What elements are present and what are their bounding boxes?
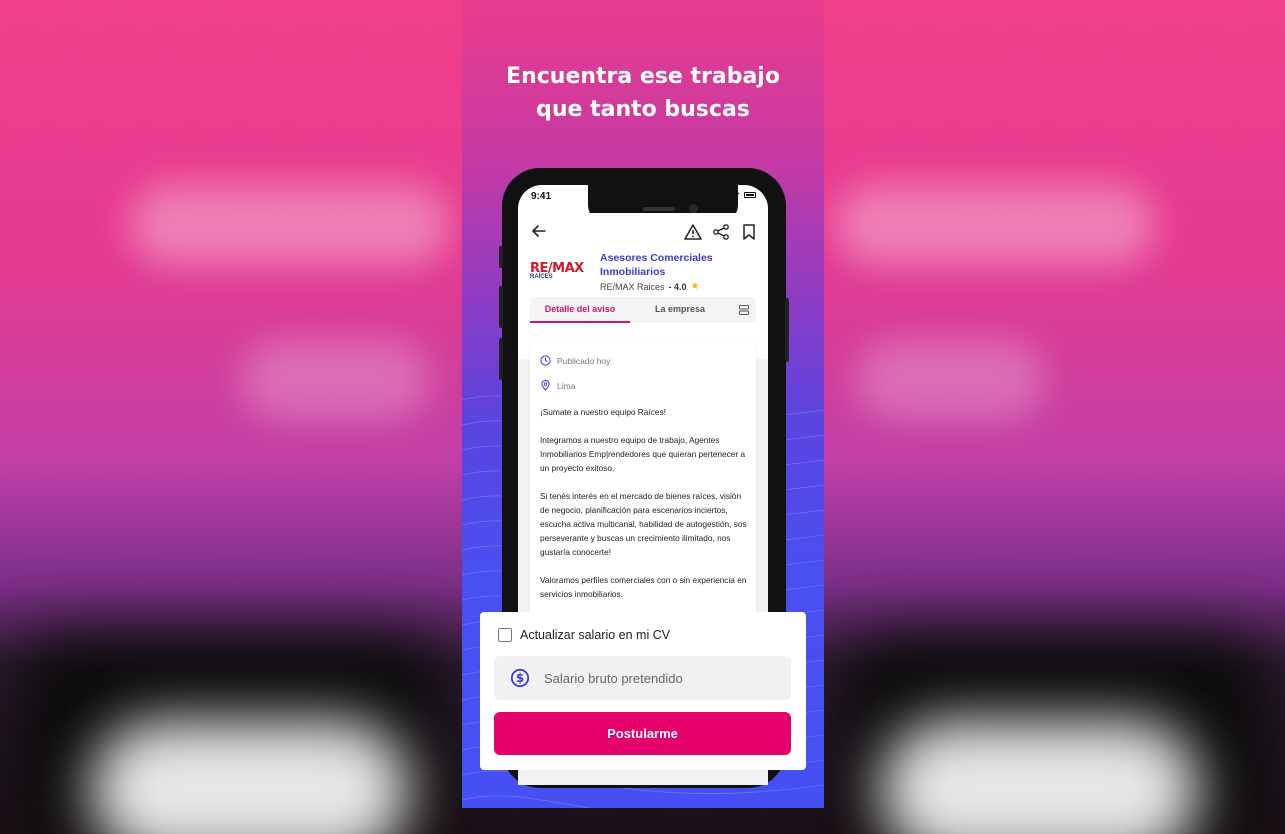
headline-line-1: Encuentra ese trabajo [506,64,780,89]
apply-sheet: Actualizar salario en mi CV $ Postularme [480,612,806,770]
published-row: Publicado hoy [540,355,610,366]
update-salary-row[interactable]: Actualizar salario en mi CV [498,628,670,642]
star-icon: ★ [690,281,700,292]
svg-text:$: $ [516,671,524,685]
status-time: 9:41 [531,191,552,202]
phone-button [499,246,503,268]
background-blur [855,340,1045,420]
headline: Encuentra ese trabajo que tanto buscas [462,60,824,126]
update-salary-checkbox[interactable] [498,628,512,642]
background-blur [835,185,1155,265]
location-text: Lima [557,380,576,391]
company-name[interactable]: RE/MAX Raices [600,282,665,292]
headline-line-2: que tanto buscas [536,97,750,122]
background-blur [880,720,1200,834]
phone-button [499,338,503,380]
job-detail-card: Publicado hoy Lima ¡Sumate a nuestro equ… [530,343,756,643]
phone-button [499,286,503,328]
back-arrow-icon[interactable] [530,222,548,240]
phone-button [785,298,789,362]
tab-bar: Detalle del aviso La empresa [530,297,756,323]
dollar-icon: $ [510,668,530,688]
location-pin-icon [541,380,550,391]
update-salary-label: Actualizar salario en mi CV [520,628,671,642]
list-menu-icon[interactable] [738,304,750,316]
company-logo: RE/MAX RAÍCES [530,261,592,295]
clock-icon [540,355,551,366]
published-text: Publicado hoy [557,355,611,366]
tab-la-empresa[interactable]: La empresa [630,297,730,323]
description-paragraph: Integramos a nuestro equipo de trabajo, … [540,435,746,473]
apply-button[interactable]: Postularme [494,712,791,755]
description-paragraph: Valoramos perfiles comerciales con o sin… [540,575,747,599]
job-title: Asesores Comerciales Inmobiliarios [600,252,713,278]
share-icon[interactable] [712,223,730,241]
battery-icon [744,192,756,198]
job-description: ¡Sumate a nuestro equipo Raíces! Integra… [540,405,750,615]
description-paragraph: ¡Sumate a nuestro equipo Raíces! [540,407,666,417]
tab-detalle-del-aviso[interactable]: Detalle del aviso [530,297,630,323]
background-blur [90,720,410,834]
toolbar [518,213,768,251]
promo-panel: Encuentra ese trabajo que tanto buscas 9… [462,0,824,808]
speaker [643,207,675,211]
report-warning-icon[interactable] [684,223,702,241]
background-blur [240,340,430,420]
background-blur [130,185,450,265]
salary-input[interactable] [544,667,774,689]
company-line: RE/MAX Raices - 4.0 ★ [600,281,700,292]
description-paragraph: Si tenés interés en el mercado de bienes… [540,491,747,557]
company-rating: - 4.0 [668,281,687,292]
bookmark-icon[interactable] [740,223,758,241]
location-row: Lima [540,380,575,391]
salary-field[interactable]: $ [494,656,791,700]
camera [689,204,698,213]
